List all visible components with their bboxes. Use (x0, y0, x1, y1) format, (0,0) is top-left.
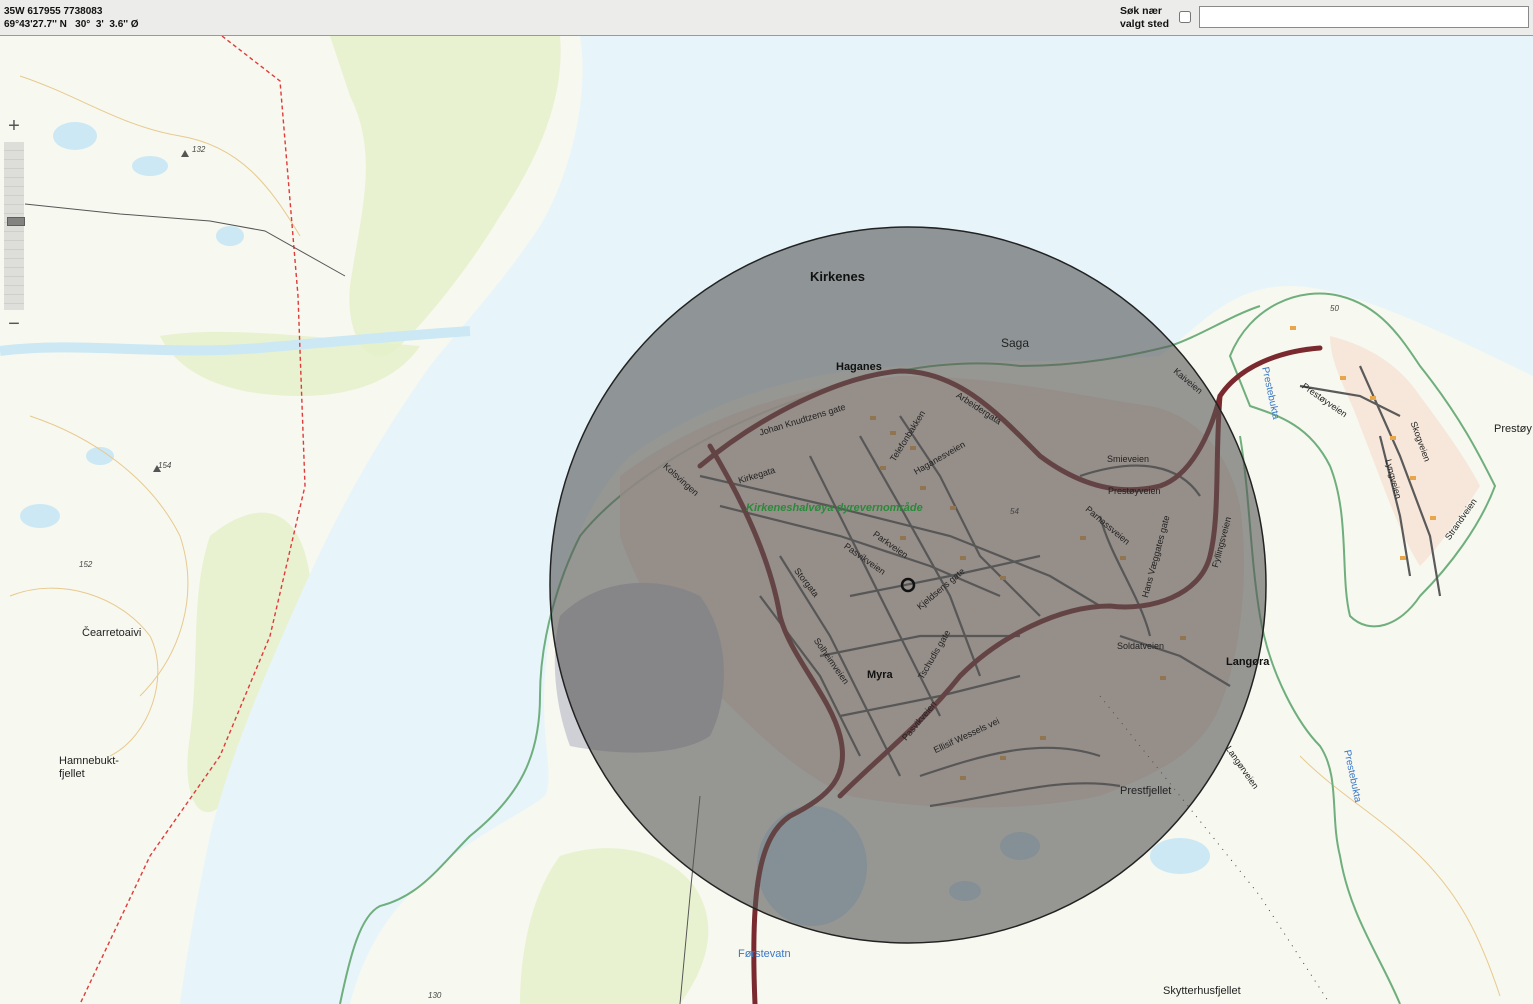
place-label-kirkenes: Kirkenes (810, 269, 865, 284)
search-radius-circle (549, 226, 1267, 944)
zoom-slider-handle[interactable] (7, 217, 25, 226)
top-toolbar: 35W 617955 7738083 69°43'27.7'' N 30° 3'… (0, 0, 1533, 36)
street-label: Soldatveien (1117, 641, 1165, 651)
zoom-out-button[interactable]: − (3, 314, 25, 336)
place-label-myra: Myra (867, 669, 893, 681)
search-near-label-line1: Søk nær (1120, 5, 1163, 17)
place-label-hamnebukt-line1: Hamnebukt- (59, 755, 119, 767)
lake-label-forstevatn: Førstevatn (738, 948, 791, 960)
search-near-label: Søk nær valgt sted (1120, 5, 1169, 31)
elevation-label: 152 (79, 560, 93, 569)
place-search-input[interactable] (1199, 6, 1529, 28)
elevation-label: 132 (192, 145, 206, 154)
lake-small (1150, 838, 1210, 874)
place-label-langora: Langøra (1226, 656, 1270, 668)
lake-small (20, 504, 60, 528)
geo-coordinates: 69°43'27.7'' N 30° 3' 3.6'' Ø (4, 19, 139, 30)
street-label: Prestøyveien (1108, 486, 1161, 496)
map-graphics (0, 36, 1533, 1004)
lake-small (132, 156, 168, 176)
elevation-label: 50 (1330, 304, 1339, 313)
protected-area-label: Kirkeneshalvøya dyrevernområde (746, 502, 923, 514)
place-label-prestoy: Prestøy (1494, 423, 1532, 435)
zoom-slider-track[interactable] (4, 142, 25, 310)
place-label-prestfjellet: Prestfjellet (1120, 785, 1172, 797)
search-near-checkbox[interactable] (1179, 11, 1191, 23)
street-label: Smieveien (1107, 454, 1150, 464)
place-label-saga: Saga (1001, 336, 1030, 350)
elevation-label: 54 (1010, 507, 1019, 516)
elevation-label: 154 (158, 461, 172, 470)
search-near-label-line2: valgt sted (1120, 18, 1170, 30)
utm-coordinates: 35W 617955 7738083 (4, 6, 103, 17)
zoom-in-button[interactable]: + (3, 116, 25, 138)
coordinate-readout: 35W 617955 7738083 69°43'27.7'' N 30° 3'… (4, 5, 139, 31)
map-canvas[interactable]: + − Kirkenes Saga Haganes Kirkeneshalvøy… (0, 36, 1533, 1004)
zoom-control: + − (1, 116, 27, 338)
place-label-skytterhusfjellet: Skytterhusfjellet (1163, 985, 1241, 997)
place-label-cearretoaivi: Čearretoaivi (82, 627, 142, 639)
lake-small (53, 122, 97, 150)
elevation-label: 130 (428, 991, 442, 1000)
place-label-haganes: Haganes (836, 361, 882, 373)
place-label-hamnebukt-line2: fjellet (59, 768, 85, 780)
lake-small (216, 226, 244, 246)
